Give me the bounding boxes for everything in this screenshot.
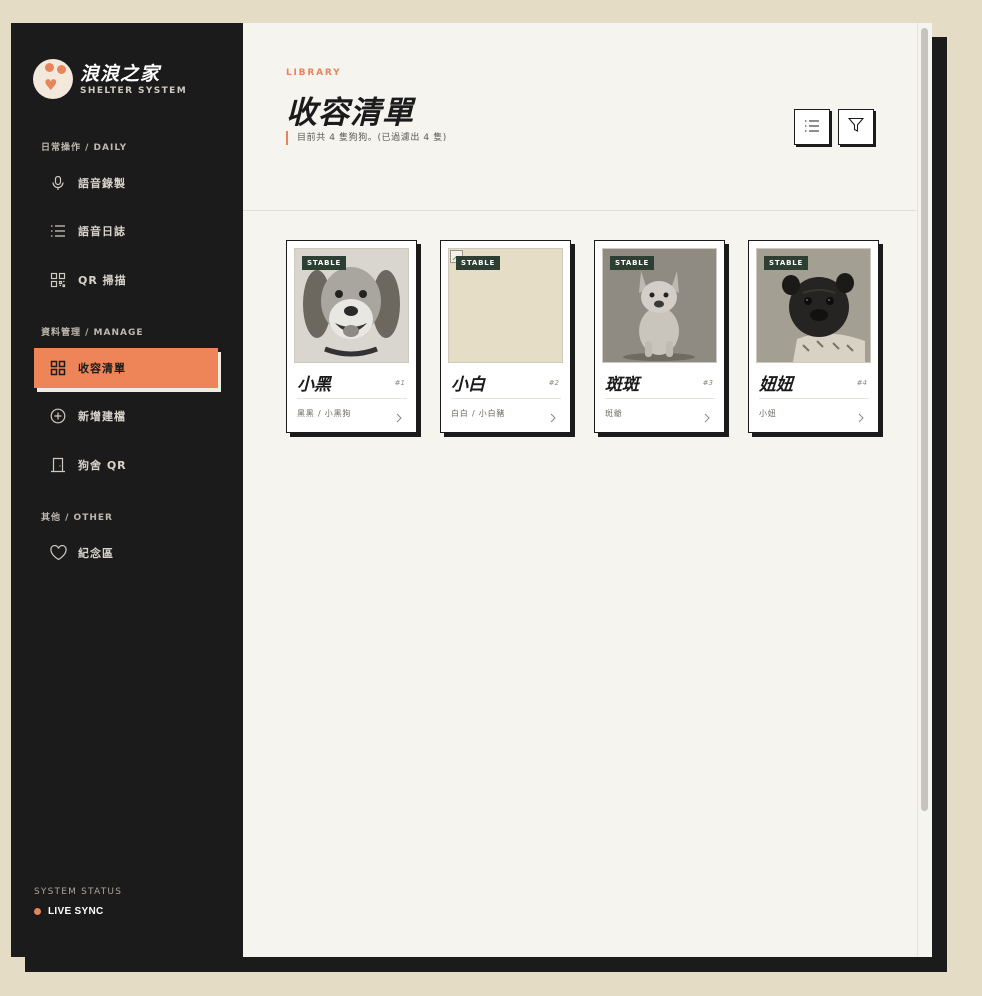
chevron-right-icon	[704, 408, 710, 427]
dog-card[interactable]: STABLE 小黑 #1 黑黑 / 小黑狗	[286, 240, 417, 433]
dog-card[interactable]: STABLE 斑斑 #3 斑爺	[594, 240, 725, 433]
sidebar-item-label: 收容清單	[78, 362, 126, 375]
list-icon	[48, 221, 68, 241]
dog-card[interactable]: STABLE 小白 #2 白白 / 小白豬	[440, 240, 571, 433]
sidebar-item-shelter-list[interactable]: 收容清單	[34, 348, 218, 388]
chevron-right-icon	[550, 408, 556, 427]
section-label-manage: 資料管理 / MANAGE	[41, 328, 144, 338]
sidebar-item-memorial[interactable]: 紀念區	[34, 533, 218, 573]
dog-card[interactable]: STABLE 妞妞 #4 小妞	[748, 240, 879, 433]
card-divider	[297, 398, 407, 399]
status-badge: STABLE	[610, 256, 655, 270]
system-status: LIVE SYNC	[34, 906, 104, 917]
dog-number: #4	[856, 379, 867, 387]
card-divider	[451, 398, 561, 399]
plus-circle-icon	[48, 406, 68, 426]
chevron-right-icon	[396, 408, 402, 427]
dog-name: 小白	[451, 375, 485, 395]
status-badge: STABLE	[302, 256, 347, 270]
page-title: 收容清單	[286, 95, 414, 131]
card-divider	[605, 398, 715, 399]
brand-title: 浪浪之家	[80, 62, 161, 85]
filter-button[interactable]	[838, 109, 874, 145]
grid-icon	[48, 358, 68, 378]
card-divider	[759, 398, 869, 399]
dog-alias: 黑黑 / 小黑狗	[297, 409, 352, 418]
dog-alias: 小妞	[759, 409, 777, 418]
dog-name: 小黑	[297, 375, 331, 395]
qr-scan-icon	[48, 270, 68, 290]
filter-icon	[847, 117, 865, 137]
status-dot-icon	[34, 908, 41, 915]
system-status-label: SYSTEM STATUS	[34, 887, 123, 897]
page-subtitle: 目前共 4 隻狗狗。(已過濾出 4 隻)	[286, 131, 447, 145]
section-label-daily: 日常操作 / DAILY	[41, 143, 128, 153]
heart-icon	[48, 543, 68, 563]
sidebar-item-label: 語音日誌	[78, 225, 126, 238]
dog-number: #3	[702, 379, 713, 387]
sidebar-item-label: 紀念區	[78, 547, 114, 560]
list-view-icon	[804, 118, 820, 137]
page-header: LIBRARY 收容清單 目前共 4 隻狗狗。(已過濾出 4 隻)	[243, 23, 916, 211]
status-badge: STABLE	[456, 256, 501, 270]
app-window: ♥ 浪浪之家 SHELTER SYSTEM 日常操作 / DAILY 語音錄製 …	[11, 23, 932, 957]
sidebar-item-label: 語音錄製	[78, 177, 126, 190]
brand-subtitle: SHELTER SYSTEM	[80, 85, 188, 96]
status-badge: STABLE	[764, 256, 809, 270]
sidebar-item-new-record[interactable]: 新增建檔	[34, 396, 218, 436]
dog-card-grid: STABLE 小黑 #1 黑黑 / 小黑狗 STABLE 小白 #2 白白 / …	[286, 240, 902, 433]
dog-name: 妞妞	[759, 375, 793, 395]
page-eyebrow: LIBRARY	[286, 68, 342, 78]
dog-alias: 斑爺	[605, 409, 623, 418]
main-content: LIBRARY 收容清單 目前共 4 隻狗狗。(已過濾出 4 隻) STABLE…	[243, 23, 932, 957]
list-view-button[interactable]	[794, 109, 830, 145]
microphone-icon	[48, 173, 68, 193]
section-label-other: 其他 / OTHER	[41, 513, 113, 523]
sidebar-item-voice-log[interactable]: 語音日誌	[34, 211, 218, 251]
dog-number: #2	[548, 379, 559, 387]
sidebar-item-label: 新增建檔	[78, 410, 126, 423]
dog-name: 斑斑	[605, 375, 639, 395]
sidebar-item-kennel-qr[interactable]: 狗舍 QR	[34, 445, 218, 485]
scrollbar-thumb[interactable]	[921, 28, 928, 811]
chevron-right-icon	[858, 408, 864, 427]
kennel-door-icon	[48, 455, 68, 475]
sidebar-item-label: 狗舍 QR	[78, 459, 127, 472]
brand[interactable]: ♥ 浪浪之家 SHELTER SYSTEM	[33, 59, 187, 99]
dog-number: #1	[394, 379, 405, 387]
sidebar: ♥ 浪浪之家 SHELTER SYSTEM 日常操作 / DAILY 語音錄製 …	[11, 23, 243, 957]
sidebar-item-qr-scan[interactable]: QR 掃描	[34, 260, 218, 300]
sidebar-item-label: QR 掃描	[78, 274, 127, 287]
dog-alias: 白白 / 小白豬	[451, 409, 506, 418]
sidebar-item-voice-record[interactable]: 語音錄製	[34, 163, 218, 203]
paw-heart-logo-icon: ♥	[33, 59, 73, 99]
status-value: LIVE SYNC	[48, 906, 104, 917]
